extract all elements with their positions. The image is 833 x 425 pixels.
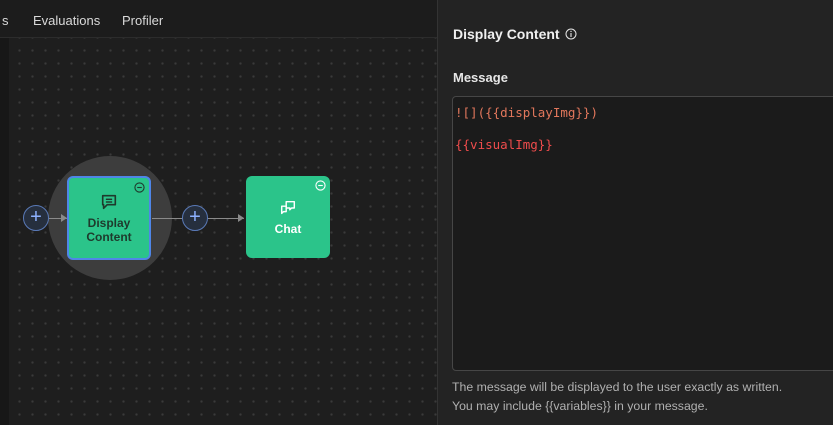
message-line-blank <box>455 121 833 137</box>
message-line: ![]({{displayImg}}) <box>455 105 598 120</box>
add-node-button[interactable]: + <box>182 205 208 231</box>
node-settings-panel: Display Content Message ![]({{displayImg… <box>437 0 833 425</box>
node-label: Chat <box>274 221 302 236</box>
left-edge-strip <box>0 0 9 425</box>
display-content-node[interactable]: Display Content <box>67 176 151 260</box>
collapse-icon[interactable] <box>134 182 145 193</box>
flow-canvas[interactable]: + Display Content + Chat <box>9 0 437 425</box>
message-line: {{visualImg}} <box>455 137 553 152</box>
chat-bubbles-icon <box>280 200 296 214</box>
tab-evaluations[interactable]: Evaluations <box>33 13 100 28</box>
arrow-right-icon <box>238 214 244 222</box>
message-help-text: The message will be displayed to the use… <box>452 378 782 416</box>
top-tab-bar: s Evaluations Profiler <box>0 0 437 38</box>
help-line: The message will be displayed to the use… <box>452 380 783 394</box>
message-editor[interactable]: ![]({{displayImg}}) {{visualImg}} <box>452 96 833 371</box>
node-label: Content <box>86 229 132 244</box>
tab-profiler[interactable]: Profiler <box>122 13 163 28</box>
panel-title-text: Display Content <box>453 26 560 42</box>
tab-partial[interactable]: s <box>2 13 9 28</box>
message-label: Message <box>453 70 508 85</box>
node-label: Display <box>87 215 131 230</box>
panel-title: Display Content <box>453 26 577 42</box>
connector-line <box>152 218 182 219</box>
message-square-icon <box>101 194 117 209</box>
help-line: You may include {{variables}} in your me… <box>452 399 708 413</box>
collapse-icon[interactable] <box>315 180 326 191</box>
chat-node[interactable]: Chat <box>246 176 330 258</box>
add-node-button[interactable]: + <box>23 205 49 231</box>
info-icon[interactable] <box>565 28 577 40</box>
